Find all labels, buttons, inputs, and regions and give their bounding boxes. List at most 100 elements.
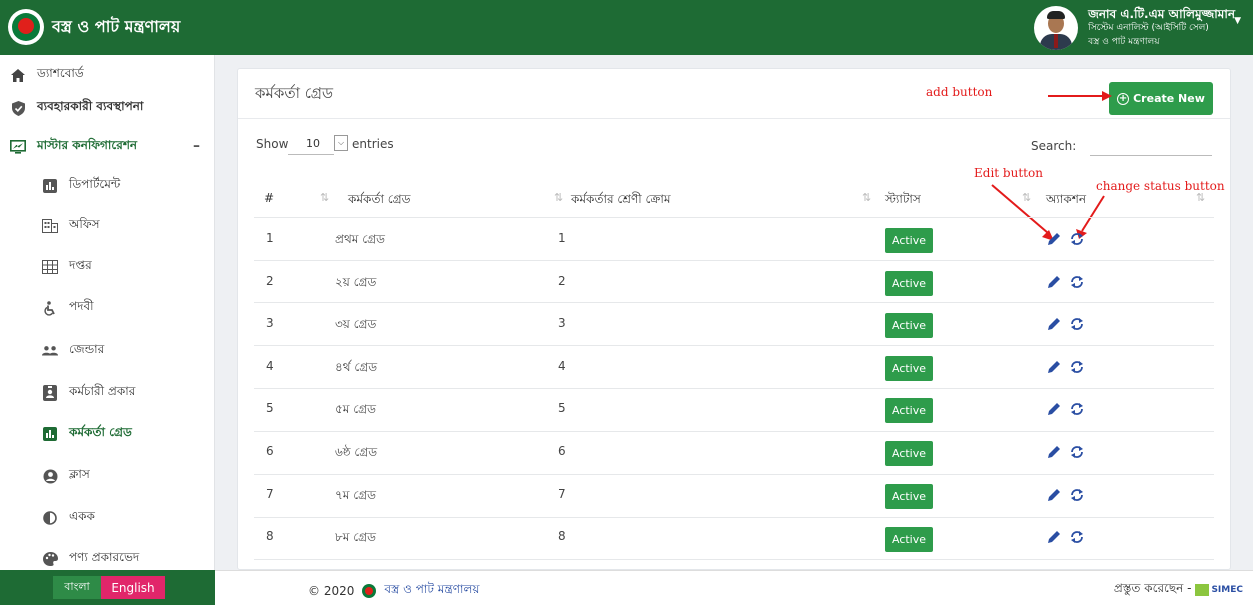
id-badge-icon [42,385,58,401]
pencil-icon[interactable] [1046,444,1062,460]
sort-icon[interactable]: ⇅ [862,191,871,204]
grid-icon [42,259,58,275]
user-org: বস্ত্র ও পাট মন্ত্রণালয় [1088,37,1160,47]
pencil-icon[interactable] [1046,316,1062,332]
sidebar-item-directorate[interactable]: দপ্তর [0,247,214,287]
show-label: Show [256,137,289,151]
pencil-icon[interactable] [1046,274,1062,290]
row-divider [254,517,1214,518]
sync-icon[interactable] [1069,487,1085,503]
row-number: 2 [266,274,274,288]
pencil-icon[interactable] [1046,359,1062,375]
column-header-status[interactable]: স্ট্যাটাস [885,191,921,211]
sync-icon[interactable] [1069,316,1085,332]
column-header-action[interactable]: অ্যাকশন [1046,191,1086,211]
brand[interactable]: বস্ত্র ও পাট মন্ত্রণালয় [8,8,180,46]
language-switch: বাংলা English [53,576,165,599]
page-title: কর্মকর্তা গ্রেড [255,84,334,102]
sidebar-item-department[interactable]: ডিপার্টমেন্ট [0,166,214,206]
made-by: প্রস্তুত করেছেন - SIMEC [1114,580,1243,600]
sidebar-item-label: পণ্য প্রকারভেদ [69,550,140,564]
status-badge[interactable]: Active [885,271,933,296]
sidebar-item-product-type[interactable]: পণ্য প্রকারভেদ [0,539,214,570]
sidebar-item-employee-type[interactable]: কর্মচারী প্রকার [0,373,214,413]
row-divider [254,559,1214,560]
table-header-divider [254,217,1214,218]
status-badge[interactable]: Active [885,484,933,509]
row-order: 2 [558,274,566,288]
user-menu[interactable]: জনাব এ.টি.এম আলিমুজ্জামান সিস্টেম এনালিস… [1034,4,1241,52]
row-number: 1 [266,231,274,245]
sort-icon[interactable]: ⇅ [1022,191,1031,204]
pencil-icon[interactable] [1046,231,1062,247]
sidebar-item-unit[interactable]: একক [0,498,214,538]
sync-icon[interactable] [1069,359,1085,375]
ministry-logo-icon [8,9,44,45]
sidebar-item-user-management[interactable]: ব্যবহারকারী ব্যবস্থাপনা [0,88,214,128]
sort-icon[interactable]: ⇅ [1196,191,1205,204]
status-badge[interactable]: Active [885,356,933,381]
sync-icon[interactable] [1069,529,1085,545]
sort-asc-icon[interactable]: ⇅ [320,191,329,204]
row-number: 3 [266,316,274,330]
collapse-icon[interactable]: – [193,138,200,154]
lang-bangla-button[interactable]: বাংলা [53,576,101,599]
annotation-change-status: change status button [1096,179,1225,193]
pencil-icon[interactable] [1046,487,1062,503]
column-header-grade[interactable]: কর্মকর্তা গ্রেড [348,191,410,211]
sync-icon[interactable] [1069,401,1085,417]
row-grade: ৬ষ্ঠ গ্রেড [335,445,378,459]
lang-english-button[interactable]: English [101,576,165,599]
sidebar-item-label: কর্মকর্তা গ্রেড [69,425,132,439]
sidebar-item-label: ড্যাশবোর্ড [37,66,84,80]
top-bar: বস্ত্র ও পাট মন্ত্রণালয় জনাব এ.টি.এম আল… [0,0,1253,55]
sort-icon[interactable]: ⇅ [554,191,563,204]
sidebar-item-class[interactable]: ক্লাস [0,456,214,496]
sidebar-item-label: জেন্ডার [69,342,105,356]
column-header-order[interactable]: কর্মকর্তার শ্রেণী ক্রোম [571,191,671,211]
pencil-icon[interactable] [1046,401,1062,417]
sync-icon[interactable] [1069,444,1085,460]
sidebar-item-label: ব্যবহারকারী ব্যবস্থাপনা [37,99,144,113]
row-divider [254,302,1214,303]
row-number: 7 [266,487,274,501]
sidebar-item-gender[interactable]: জেন্ডার [0,331,214,371]
row-number: 8 [266,529,274,543]
plus-circle-icon: + [1117,92,1130,105]
sync-icon[interactable] [1069,274,1085,290]
sidebar-item-label: অফিস [69,217,100,231]
copyright-text: © 2020 [308,584,355,598]
search-input[interactable] [1090,155,1212,156]
pencil-icon[interactable] [1046,529,1062,545]
row-divider [254,345,1214,346]
status-badge[interactable]: Active [885,527,933,552]
sidebar-item-designation[interactable]: পদবী [0,288,214,328]
create-new-button[interactable]: + Create New [1109,82,1213,115]
ministry-logo-icon [362,584,377,598]
status-badge[interactable]: Active [885,398,933,423]
column-header-number[interactable]: # [264,191,274,205]
language-bar: বাংলা English [0,570,215,605]
user-circle-icon [42,468,58,484]
row-order: 5 [558,401,566,415]
status-badge[interactable]: Active [885,228,933,253]
officer-grade-panel: কর্মকর্তা গ্রেড + Create New add button … [237,68,1231,570]
sidebar-item-master-config[interactable]: মাস্টার কনফিগারেশন – [0,127,214,167]
row-order: 8 [558,529,566,543]
users-icon [42,343,58,359]
adjust-icon [42,510,58,526]
sync-icon[interactable] [1069,231,1085,247]
caret-down-icon[interactable]: ▼ [1234,16,1241,26]
sidebar-item-office[interactable]: অফিস [0,206,214,246]
simec-logo[interactable]: SIMEC [1195,584,1243,596]
sidebar-item-officer-grade[interactable]: কর্মকর্তা গ্রেড [0,414,214,454]
status-badge[interactable]: Active [885,441,933,466]
sidebar: ড্যাশবোর্ড ব্যবহারকারী ব্যবস্থাপনা মাস্ট… [0,55,215,570]
entries-select[interactable]: 10 [288,133,334,155]
status-badge[interactable]: Active [885,313,933,338]
chevron-down-icon[interactable]: ⌵ [334,135,348,151]
sidebar-item-label: দপ্তর [69,258,92,272]
row-divider [254,388,1214,389]
row-number: 6 [266,444,274,458]
footer-org-link[interactable]: বস্ত্র ও পাট মন্ত্রণালয় [384,581,479,601]
